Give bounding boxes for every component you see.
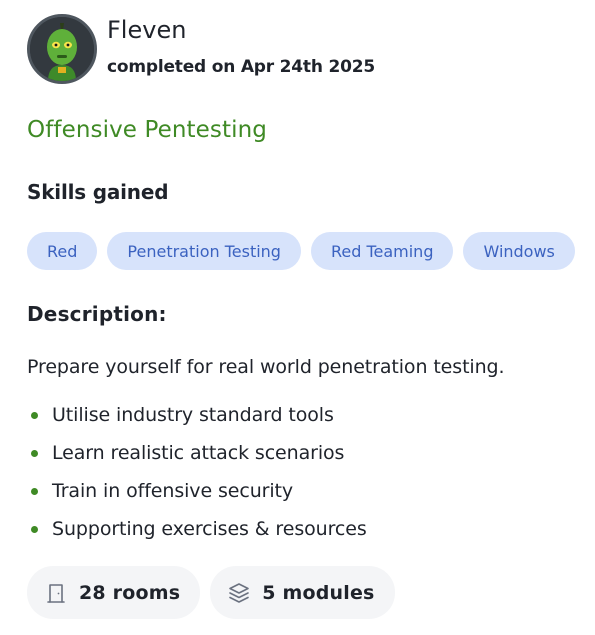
bullet-text: Train in offensive security bbox=[52, 480, 294, 502]
list-item: Learn realistic attack scenarios bbox=[27, 434, 367, 472]
skill-tag-red-teaming: Red Teaming bbox=[310, 232, 454, 270]
profile-header: Fleven completed on Apr 24th 2025 bbox=[27, 14, 375, 84]
bullet-text: Supporting exercises & resources bbox=[52, 518, 367, 540]
description-bullets: Utilise industry standard tools Learn re… bbox=[27, 396, 367, 548]
rooms-stat: 28 rooms bbox=[27, 566, 201, 619]
bullet-text: Learn realistic attack scenarios bbox=[52, 442, 345, 464]
path-stats: 28 rooms 5 modules bbox=[27, 566, 395, 619]
bullet-dot-icon bbox=[31, 449, 38, 457]
profile-info: Fleven completed on Apr 24th 2025 bbox=[107, 16, 375, 77]
modules-count: 5 modules bbox=[262, 581, 375, 604]
user-name: Fleven bbox=[107, 16, 187, 44]
description-heading: Description: bbox=[27, 302, 167, 326]
layers-icon bbox=[229, 582, 250, 603]
description-intro: Prepare yourself for real world penetrat… bbox=[27, 356, 505, 378]
rooms-count: 28 rooms bbox=[79, 581, 181, 604]
list-item: Supporting exercises & resources bbox=[27, 510, 367, 548]
list-item: Train in offensive security bbox=[27, 472, 367, 510]
bullet-text: Utilise industry standard tools bbox=[52, 404, 334, 426]
path-title: Offensive Pentesting bbox=[27, 117, 267, 143]
list-item: Utilise industry standard tools bbox=[27, 396, 367, 434]
bullet-dot-icon bbox=[31, 411, 38, 419]
completion-date: completed on Apr 24th 2025 bbox=[107, 57, 375, 77]
avatar[interactable] bbox=[27, 14, 97, 84]
skill-tags: Red Penetration Testing Red Teaming Wind… bbox=[27, 232, 575, 270]
door-icon bbox=[47, 583, 65, 603]
modules-stat: 5 modules bbox=[210, 566, 395, 619]
skill-tag-penetration-testing: Penetration Testing bbox=[107, 232, 301, 270]
alien-avatar-icon bbox=[30, 17, 94, 81]
bullet-dot-icon bbox=[31, 487, 38, 495]
bullet-dot-icon bbox=[31, 525, 38, 533]
skills-heading: Skills gained bbox=[27, 180, 169, 204]
skill-tag-windows: Windows bbox=[463, 232, 575, 270]
skill-tag-red: Red bbox=[27, 232, 98, 270]
